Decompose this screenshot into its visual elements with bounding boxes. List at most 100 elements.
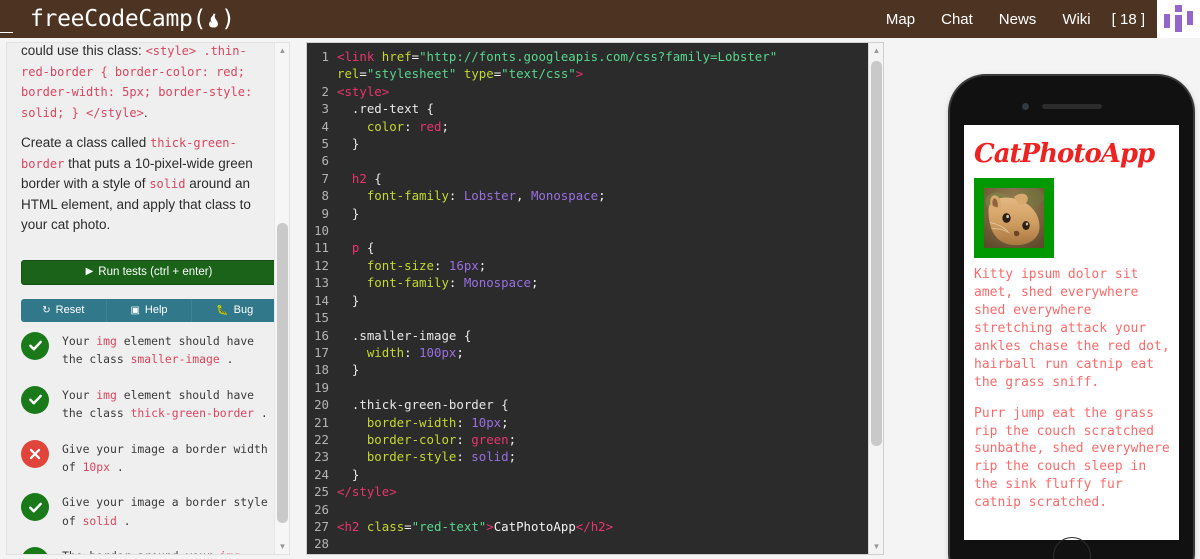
line-number: 19 xyxy=(314,379,329,395)
nav-link-chat[interactable]: Chat xyxy=(928,11,986,28)
code-line[interactable]: 26 xyxy=(307,501,868,518)
code-line[interactable]: 15 xyxy=(307,309,868,326)
code-line-content[interactable] xyxy=(337,501,343,518)
code-line[interactable]: 4 color: red; xyxy=(307,118,868,135)
code-line-content[interactable]: font-family: Monospace; xyxy=(337,274,544,291)
code-line-content[interactable]: </style> xyxy=(337,483,403,500)
code-line-content[interactable] xyxy=(337,222,343,239)
avatar[interactable] xyxy=(1157,0,1200,38)
code-line[interactable]: 11 p { xyxy=(307,239,868,256)
code-line-content[interactable]: } xyxy=(337,466,365,483)
code-line-content[interactable] xyxy=(337,379,343,396)
test-text-token: Your xyxy=(62,387,97,402)
code-token-tag: > xyxy=(575,66,584,82)
code-line-content[interactable]: } xyxy=(337,292,365,309)
code-line[interactable]: 14 } xyxy=(307,292,868,309)
line-number: 8 xyxy=(321,188,329,204)
code-token-plain: : xyxy=(456,449,472,465)
scroll-down-icon[interactable]: ▼ xyxy=(275,539,289,554)
code-line-content[interactable]: font-family: Lobster, Monospace; xyxy=(337,187,612,204)
code-line-content[interactable]: .red-text { xyxy=(337,100,440,117)
site-logo[interactable]: freeCodeCamp( ) xyxy=(0,6,235,33)
scrollbar-thumb[interactable] xyxy=(277,223,288,523)
run-tests-label: Run tests (ctrl + enter) xyxy=(98,265,213,278)
code-token-num: 16px xyxy=(448,257,479,273)
code-token-prop: color xyxy=(337,118,405,134)
code-line[interactable]: 28 xyxy=(307,535,868,552)
code-line[interactable]: 20 .thick-green-border { xyxy=(307,396,868,413)
code-line-content[interactable]: border-width: 10px; xyxy=(337,414,515,431)
nav-link-wiki[interactable]: Wiki xyxy=(1049,11,1103,28)
code-token-sel: } xyxy=(337,362,360,378)
code-line[interactable]: 25 </style> xyxy=(307,483,868,500)
code-line[interactable]: 21 border-width: 10px; xyxy=(307,414,868,431)
code-line-content[interactable]: } xyxy=(337,361,365,378)
check-circle-icon xyxy=(21,331,49,360)
editor-scroll-down-icon[interactable]: ▼ xyxy=(869,539,883,554)
medkit-icon: ▣ xyxy=(130,304,140,316)
code-line-content[interactable]: h2 { xyxy=(337,170,388,187)
code-line[interactable]: 16 .smaller-image { xyxy=(307,327,868,344)
code-line-content[interactable]: <link href="http://fonts.googleapis.com/… xyxy=(337,48,783,83)
code-line-content[interactable]: width: 100px; xyxy=(337,344,470,361)
code-line[interactable]: 13 font-family: Monospace; xyxy=(307,274,868,291)
code-line[interactable]: 24 } xyxy=(307,466,868,483)
top-navbar: freeCodeCamp( ) Map Chat News Wiki [ 18 … xyxy=(0,0,1200,38)
code-line[interactable]: 23 border-style: solid; xyxy=(307,448,868,465)
code-line[interactable]: 29<img class="smaller-image thick-green-… xyxy=(307,553,868,555)
code-token-str: "http://fonts.googleapis.com/css?family=… xyxy=(419,49,778,64)
code-editor-panel[interactable]: 1 <link href="http://fonts.googleapis.com… xyxy=(306,42,884,555)
code-line-content[interactable] xyxy=(337,152,343,169)
code-token-attr: class xyxy=(366,518,405,534)
code-line-content[interactable] xyxy=(337,309,343,326)
editor-scrollbar[interactable]: ▲ ▼ xyxy=(868,43,883,554)
code-line-content[interactable]: <img class="smaller-image thick-green-bo… xyxy=(337,553,828,555)
code-line-content[interactable]: color: red; xyxy=(337,118,455,135)
nav-link-news[interactable]: News xyxy=(986,11,1050,28)
test-code-token: img xyxy=(96,387,117,402)
phone-home-button-icon xyxy=(1052,537,1091,559)
brownie-points-counter[interactable]: [ 18 ] xyxy=(1104,11,1157,28)
code-line[interactable]: 2 <style> xyxy=(307,83,868,100)
code-line-content[interactable] xyxy=(337,535,343,552)
code-line-content[interactable]: <style> xyxy=(337,83,395,100)
help-label: Help xyxy=(144,304,168,317)
code-line-content[interactable]: } xyxy=(337,135,365,152)
code-line[interactable]: 17 width: 100px; xyxy=(307,344,868,361)
scroll-up-icon[interactable]: ▲ xyxy=(275,43,289,58)
reset-button[interactable]: ↻ Reset xyxy=(21,298,107,322)
code-line-content[interactable]: p { xyxy=(337,239,380,256)
code-line[interactable]: 27 <h2 class="red-text">CatPhotoApp</h2> xyxy=(307,518,868,535)
instructions-scrollbar[interactable]: ▲ ▼ xyxy=(274,43,289,554)
code-line[interactable]: 9 } xyxy=(307,205,868,222)
code-line[interactable]: 19 xyxy=(307,379,868,396)
code-line-content[interactable]: border-color: green; xyxy=(337,431,522,448)
code-token-red: h2 xyxy=(337,170,367,186)
code-line-content[interactable]: .smaller-image { xyxy=(337,327,477,344)
help-button[interactable]: ▣ Help xyxy=(106,298,193,322)
editor-scroll-up-icon[interactable]: ▲ xyxy=(869,43,883,58)
run-tests-button[interactable]: ▶ Run tests (ctrl + enter) xyxy=(21,259,277,285)
code-line[interactable]: 18 } xyxy=(307,361,868,378)
code-line-content[interactable]: <h2 class="red-text">CatPhotoApp</h2> xyxy=(337,518,619,535)
test-result-item: Your img element should have the class t… xyxy=(21,385,279,423)
code-token-str: "stylesheet" xyxy=(366,66,457,82)
code-line[interactable]: 8 font-family: Lobster, Monospace; xyxy=(307,187,868,204)
code-line-content[interactable]: border-style: solid; xyxy=(337,448,522,465)
code-line[interactable]: 3 .red-text { xyxy=(307,100,868,117)
line-number: 28 xyxy=(314,536,329,552)
code-line-content[interactable]: .thick-green-border { xyxy=(337,396,515,413)
code-line[interactable]: 7 h2 { xyxy=(307,170,868,187)
code-line[interactable]: 10 xyxy=(307,222,868,239)
nav-link-map[interactable]: Map xyxy=(873,11,928,28)
code-line[interactable]: 22 border-color: green; xyxy=(307,431,868,448)
code-line[interactable]: 12 font-size: 16px; xyxy=(307,257,868,274)
code-line[interactable]: 6 xyxy=(307,152,868,169)
code-line-content[interactable]: } xyxy=(337,205,365,222)
code-line[interactable]: 5 } xyxy=(307,135,868,152)
code-editor[interactable]: 1 <link href="http://fonts.googleapis.com… xyxy=(307,43,868,554)
editor-scrollbar-thumb[interactable] xyxy=(871,61,882,446)
code-line[interactable]: 1 <link href="http://fonts.googleapis.com… xyxy=(307,48,868,83)
code-line-content[interactable]: font-size: 16px; xyxy=(337,257,492,274)
bug-button[interactable]: 🐛 Bug xyxy=(192,298,277,322)
